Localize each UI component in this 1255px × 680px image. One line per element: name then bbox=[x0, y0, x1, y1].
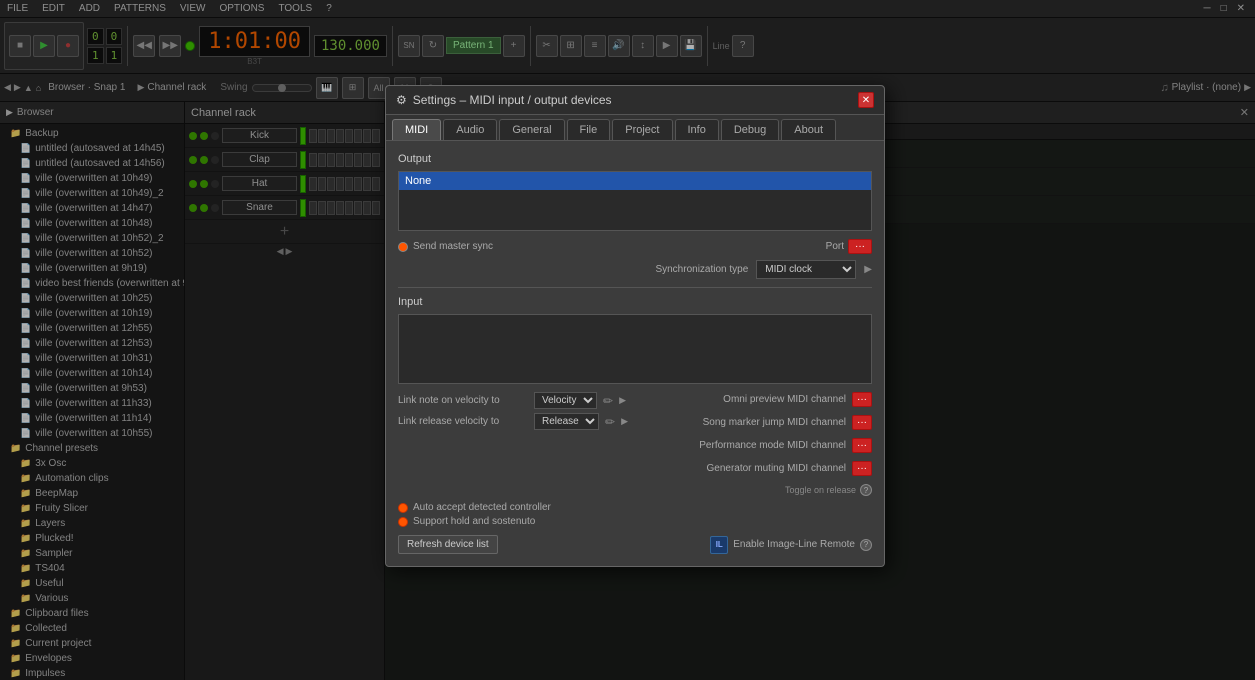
gen-muting-btn[interactable]: ··· bbox=[852, 461, 872, 476]
velocity-options-row: Link note on velocity to Velocity ✏ ▶ Li… bbox=[398, 392, 872, 496]
input-section-label: Input bbox=[398, 296, 872, 308]
midi-channel-options: Omni preview MIDI channel ··· Song marke… bbox=[648, 392, 872, 496]
tab-debug[interactable]: Debug bbox=[721, 119, 779, 140]
tab-about[interactable]: About bbox=[781, 119, 836, 140]
link-release-label: Link release velocity to bbox=[398, 416, 528, 427]
auto-accept-radio[interactable] bbox=[398, 503, 408, 513]
support-hold-row: Support hold and sostenuto bbox=[398, 516, 872, 527]
dialog-close-btn[interactable]: ✕ bbox=[858, 92, 874, 108]
toggle-label: Toggle on release bbox=[785, 485, 856, 495]
tab-general[interactable]: General bbox=[499, 119, 564, 140]
tab-midi[interactable]: MIDI bbox=[392, 119, 441, 140]
dialog-content: Output None Send master sync Port ··· Sy… bbox=[386, 141, 884, 566]
link-note-edit-icon[interactable]: ✏ bbox=[603, 394, 613, 408]
dialog-title-text: Settings – MIDI input / output devices bbox=[413, 93, 612, 107]
sync-row: Send master sync Port ··· bbox=[398, 239, 872, 254]
output-section-label: Output bbox=[398, 153, 872, 165]
sync-arrow: ▶ bbox=[864, 264, 872, 275]
dialog-title-bar: ⚙ Settings – MIDI input / output devices… bbox=[386, 86, 884, 115]
perf-mode-row: Performance mode MIDI channel ··· bbox=[648, 438, 872, 453]
settings-dialog: ⚙ Settings – MIDI input / output devices… bbox=[385, 85, 885, 567]
perf-mode-label: Performance mode MIDI channel bbox=[699, 440, 846, 451]
song-marker-row: Song marker jump MIDI channel ··· bbox=[648, 415, 872, 430]
tab-bar: MIDIAudioGeneralFileProjectInfoDebugAbou… bbox=[386, 115, 884, 141]
port-button[interactable]: ··· bbox=[848, 239, 872, 254]
link-release-arrow: ▶ bbox=[621, 416, 628, 427]
song-marker-btn[interactable]: ··· bbox=[852, 415, 872, 430]
separator1 bbox=[398, 287, 872, 288]
auto-accept-label: Auto accept detected controller bbox=[413, 502, 551, 513]
omni-preview-row: Omni preview MIDI channel ··· bbox=[648, 392, 872, 407]
tab-file[interactable]: File bbox=[567, 119, 611, 140]
il-info-icon[interactable]: ? bbox=[860, 539, 872, 551]
sync-type-row: Synchronization type MIDI clock ▶ bbox=[398, 260, 872, 279]
note-velocity-row: Link note on velocity to Velocity ✏ ▶ bbox=[398, 392, 628, 409]
support-hold-label: Support hold and sostenuto bbox=[413, 516, 535, 527]
tab-audio[interactable]: Audio bbox=[443, 119, 497, 140]
link-release-select[interactable]: Release bbox=[534, 413, 599, 430]
dialog-title: ⚙ Settings – MIDI input / output devices bbox=[396, 93, 612, 107]
omni-channel-btn[interactable]: ··· bbox=[852, 392, 872, 407]
link-note-select[interactable]: Velocity bbox=[534, 392, 597, 409]
support-hold-radio[interactable] bbox=[398, 517, 408, 527]
song-marker-label: Song marker jump MIDI channel bbox=[703, 417, 846, 428]
perf-mode-btn[interactable]: ··· bbox=[852, 438, 872, 453]
omni-label: Omni preview MIDI channel bbox=[723, 394, 846, 405]
sync-type-label: Synchronization type bbox=[655, 264, 748, 275]
enable-il-remote-row: IL Enable Image-Line Remote ? bbox=[710, 536, 872, 554]
velocity-left: Link note on velocity to Velocity ✏ ▶ Li… bbox=[398, 392, 628, 496]
gen-muting-row: Generator muting MIDI channel ··· bbox=[648, 461, 872, 476]
port-group: Port ··· bbox=[826, 239, 872, 254]
send-sync-label: Send master sync bbox=[413, 241, 493, 252]
port-label: Port bbox=[826, 241, 844, 252]
send-sync-radio[interactable] bbox=[398, 242, 408, 252]
toggle-info-icon[interactable]: ? bbox=[860, 484, 872, 496]
auto-accept-row: Auto accept detected controller bbox=[398, 502, 872, 513]
toggle-row: Toggle on release ? bbox=[648, 484, 872, 496]
release-velocity-row: Link release velocity to Release ✏ ▶ bbox=[398, 413, 628, 430]
bottom-row: Refresh device list IL Enable Image-Line… bbox=[398, 535, 872, 554]
tab-info[interactable]: Info bbox=[675, 119, 719, 140]
enable-il-label: Enable Image-Line Remote bbox=[733, 539, 855, 550]
input-list[interactable] bbox=[398, 314, 872, 384]
link-release-edit-icon[interactable]: ✏ bbox=[605, 415, 615, 429]
modal-overlay: ⚙ Settings – MIDI input / output devices… bbox=[0, 0, 1255, 680]
send-sync-group: Send master sync bbox=[398, 241, 493, 252]
settings-icon: ⚙ bbox=[396, 93, 407, 107]
il-logo: IL bbox=[710, 536, 728, 554]
link-note-arrow: ▶ bbox=[619, 395, 626, 406]
gen-muting-label: Generator muting MIDI channel bbox=[706, 463, 846, 474]
link-note-label: Link note on velocity to bbox=[398, 395, 528, 406]
output-list[interactable]: None bbox=[398, 171, 872, 231]
tab-project[interactable]: Project bbox=[612, 119, 672, 140]
sync-type-select[interactable]: MIDI clock bbox=[756, 260, 856, 279]
output-item-none[interactable]: None bbox=[399, 172, 871, 190]
checkboxes-group: Auto accept detected controller Support … bbox=[398, 502, 872, 527]
refresh-button[interactable]: Refresh device list bbox=[398, 535, 498, 554]
